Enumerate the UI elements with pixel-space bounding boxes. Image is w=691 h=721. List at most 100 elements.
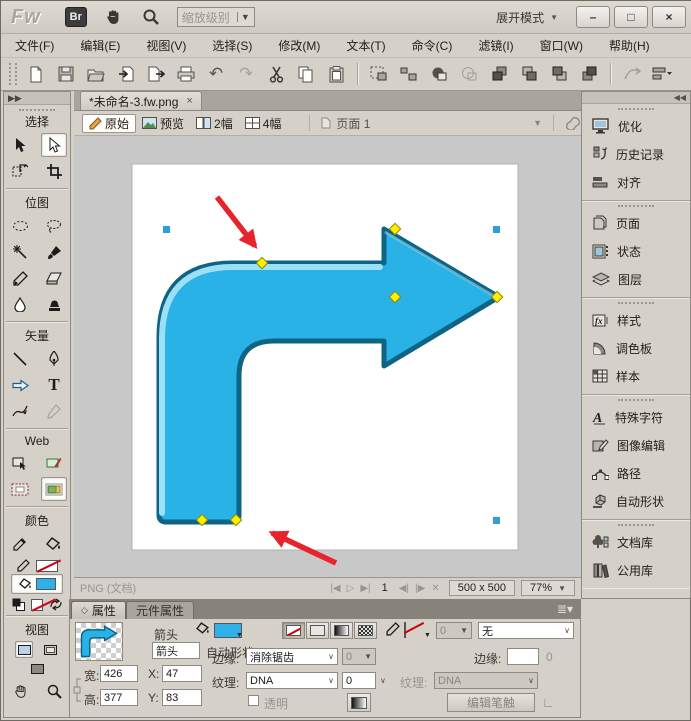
pencil-tool[interactable] bbox=[7, 266, 33, 290]
panel-document-library[interactable]: 文档库 bbox=[582, 528, 690, 556]
fill-bucket-icon[interactable] bbox=[196, 622, 210, 635]
open-icon[interactable] bbox=[83, 62, 109, 86]
stroke-pencil-icon[interactable] bbox=[386, 622, 400, 636]
union-icon[interactable] bbox=[426, 62, 452, 86]
menu-edit[interactable]: 编辑(E) bbox=[80, 37, 120, 54]
menu-file[interactable]: 文件(F) bbox=[15, 37, 54, 54]
bridge-icon[interactable]: Br bbox=[65, 7, 87, 27]
expand-mode-button[interactable]: 展开模式 ▼ bbox=[496, 9, 558, 26]
standard-screen-mode[interactable] bbox=[15, 641, 33, 658]
show-slices-tool[interactable] bbox=[41, 477, 67, 501]
stroke-color-swatch[interactable] bbox=[36, 560, 58, 572]
x-input[interactable] bbox=[162, 665, 202, 682]
send-backward-icon[interactable] bbox=[546, 62, 572, 86]
select-behind-tool[interactable] bbox=[7, 159, 33, 183]
menu-commands[interactable]: 命令(C) bbox=[412, 37, 453, 54]
default-colors-icon[interactable] bbox=[12, 598, 25, 611]
panel-menu-icon[interactable]: ≣▾ bbox=[557, 602, 573, 616]
panel-gripper[interactable] bbox=[618, 108, 654, 110]
panel-collapse-icon[interactable]: ◇ bbox=[81, 605, 88, 616]
selection-handle[interactable] bbox=[163, 226, 170, 233]
document-tab[interactable]: *未命名-3.fw.png × bbox=[80, 91, 202, 110]
fill-none-button[interactable] bbox=[282, 622, 305, 639]
panel-gripper[interactable] bbox=[19, 109, 55, 111]
fill-solid-button[interactable] bbox=[306, 622, 329, 639]
panel-gripper[interactable] bbox=[618, 302, 654, 304]
panel-dock-collapse[interactable]: ◀◀ bbox=[582, 92, 690, 104]
fill-texture-amount[interactable]: 0 bbox=[342, 672, 376, 689]
mode-preview-button[interactable]: 预览 bbox=[136, 114, 190, 133]
fill-options-button[interactable] bbox=[347, 693, 371, 712]
tools-panel-expand[interactable]: ▶▶ bbox=[4, 92, 70, 105]
panel-palette[interactable]: 调色板 bbox=[582, 334, 690, 362]
chevron-down-icon[interactable]: ∨ bbox=[380, 676, 386, 685]
prev-frame-icon[interactable]: ◀| bbox=[399, 583, 409, 594]
transparent-checkbox[interactable] bbox=[248, 695, 259, 706]
full-screen-mode[interactable] bbox=[28, 660, 46, 677]
pen-tool[interactable] bbox=[41, 347, 67, 371]
magic-wand-tool[interactable] bbox=[7, 240, 33, 264]
hotspot-tool[interactable] bbox=[7, 451, 33, 475]
panel-align[interactable]: 对齐 bbox=[582, 168, 690, 196]
menu-filters[interactable]: 滤镜(I) bbox=[478, 37, 513, 54]
align-menu-icon[interactable] bbox=[649, 62, 675, 86]
new-document-icon[interactable] bbox=[23, 62, 49, 86]
fill-gradient-button[interactable] bbox=[330, 622, 353, 639]
selection-handle[interactable] bbox=[493, 517, 500, 524]
menu-view[interactable]: 视图(V) bbox=[146, 37, 186, 54]
mode-original-button[interactable]: 原始 bbox=[82, 114, 136, 133]
zoom-level-select[interactable]: 缩放级别 ▼ bbox=[177, 7, 255, 27]
slice-tool[interactable] bbox=[41, 451, 67, 475]
rubber-stamp-tool[interactable] bbox=[41, 292, 67, 316]
panel-path[interactable]: 路径 bbox=[582, 459, 690, 487]
stroke-color-swatch[interactable] bbox=[404, 622, 406, 638]
panel-states[interactable]: 状态 bbox=[582, 237, 690, 265]
panel-swatches[interactable]: 样本 bbox=[582, 362, 690, 390]
panel-history[interactable]: 历史记录 bbox=[582, 140, 690, 168]
menu-window[interactable]: 窗口(W) bbox=[540, 37, 583, 54]
copy-icon[interactable] bbox=[293, 62, 319, 86]
magnify-icon[interactable] bbox=[139, 6, 163, 28]
fill-texture-select[interactable]: DNA∨ bbox=[246, 672, 338, 689]
subselection-tool[interactable] bbox=[41, 133, 67, 157]
vector-shape-tool[interactable] bbox=[7, 373, 33, 397]
blur-tool[interactable] bbox=[7, 292, 33, 316]
maximize-button[interactable]: □ bbox=[614, 6, 648, 28]
menu-modify[interactable]: 修改(M) bbox=[278, 37, 320, 54]
bring-forward-icon[interactable] bbox=[516, 62, 542, 86]
export-icon[interactable] bbox=[143, 62, 169, 86]
fill-edge-select[interactable]: 消除锯齿∨ bbox=[246, 648, 338, 665]
text-tool[interactable]: T bbox=[41, 373, 67, 397]
stroke-edge-slider[interactable] bbox=[507, 648, 539, 665]
toolbar-gripper[interactable] bbox=[9, 63, 17, 85]
corner-resize-icon[interactable]: ∟ bbox=[542, 695, 555, 710]
group-icon[interactable] bbox=[366, 62, 392, 86]
tab-close-icon[interactable]: × bbox=[186, 95, 192, 107]
no-color-icon[interactable] bbox=[31, 599, 43, 611]
ungroup-icon[interactable] bbox=[396, 62, 422, 86]
import-icon[interactable] bbox=[113, 62, 139, 86]
panel-gripper[interactable] bbox=[618, 205, 654, 207]
panel-optimize[interactable]: 优化 bbox=[582, 112, 690, 140]
eyedropper-tool[interactable] bbox=[7, 532, 33, 556]
panel-image-editing[interactable]: 图像编辑 bbox=[582, 431, 690, 459]
lasso-tool[interactable] bbox=[41, 214, 67, 238]
print-icon[interactable] bbox=[173, 62, 199, 86]
panel-gripper[interactable] bbox=[618, 524, 654, 526]
preview-in-browser-icon[interactable] bbox=[565, 116, 581, 130]
paint-bucket-tool[interactable] bbox=[41, 532, 67, 556]
object-name-input[interactable] bbox=[152, 642, 200, 659]
bring-to-front-icon[interactable] bbox=[486, 62, 512, 86]
zoom-tool[interactable] bbox=[41, 679, 67, 703]
mode-2up-button[interactable]: 2幅 bbox=[190, 114, 239, 133]
mode-4up-button[interactable]: 4幅 bbox=[239, 114, 288, 133]
stop-icon[interactable]: ✕ bbox=[431, 583, 439, 594]
zoom-indicator[interactable]: 77% ▼ bbox=[521, 580, 575, 596]
crop-tool[interactable] bbox=[41, 159, 67, 183]
tab-properties[interactable]: ◇ 属性 bbox=[71, 601, 126, 619]
stroke-category-select[interactable]: 无∨ bbox=[478, 622, 574, 639]
y-input[interactable] bbox=[162, 689, 202, 706]
menu-help[interactable]: 帮助(H) bbox=[609, 37, 650, 54]
height-input[interactable] bbox=[100, 689, 138, 706]
eraser-tool[interactable] bbox=[41, 266, 67, 290]
